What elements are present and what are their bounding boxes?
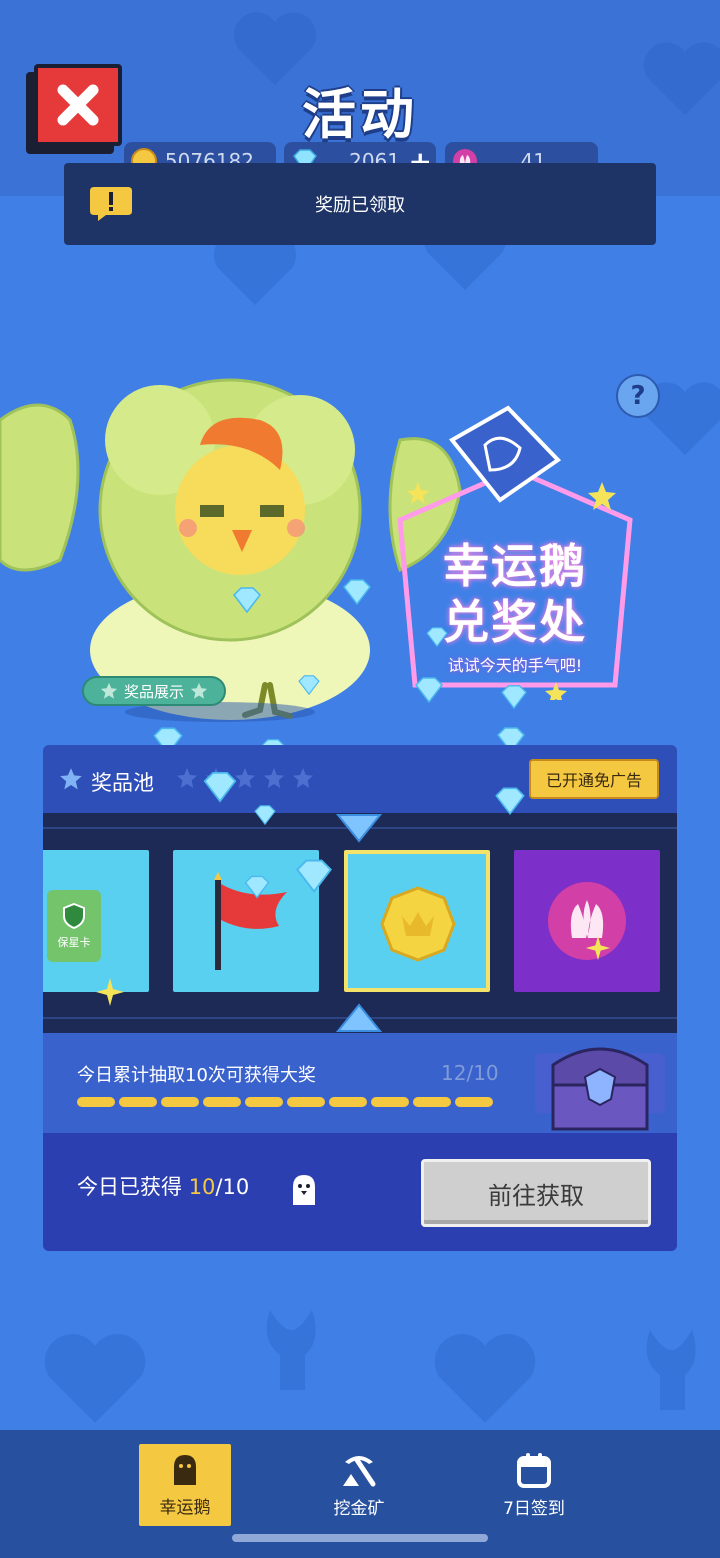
progress-count: 12/10 [441,1061,499,1085]
sparkle-icon [96,978,124,1006]
prize-tile-star-card: 保星卡 [43,850,149,992]
nav-label-7day-checkin: 7日签到 [503,1498,565,1519]
obtained-label: 今日已获得 10/10 [77,1171,249,1201]
treasure-chest-icon[interactable] [533,1035,667,1135]
rating-stars-icon [177,768,313,788]
star-protection-card: 保星卡 [47,890,101,962]
bunny-decor-icon [266,1310,316,1390]
nav-item-lucky-goose[interactable]: 幸运鹅 [139,1444,231,1526]
ad-free-badge: 已开通免广告 [529,759,659,799]
obtained-row: 今日已获得 10/10 前往获取 [43,1133,677,1251]
shield-icon [63,902,85,930]
page-title: 活动 [302,83,418,146]
nav-label-gold-mine: 挖金矿 [333,1498,385,1519]
diamond-icon [343,579,371,606]
star-icon [100,682,118,699]
progress-label: 今日累计抽取10次可获得大奖 [77,1065,316,1086]
heart-decor-icon [44,1334,146,1423]
prize-pool-header: 奖品池 已开通免广告 [43,745,677,813]
diamond-icon [296,859,332,894]
prize-pool-title: 奖品池 [91,771,154,795]
progress-segment [455,1097,493,1107]
obtained-text: 今日已获得 [77,1175,182,1199]
prize-reel: 保星卡 [43,813,677,1033]
prize-tile-gold-coin-selected [344,850,490,992]
obtained-total: /10 [215,1175,250,1199]
progress-segment [77,1097,115,1107]
daily-progress: 今日累计抽取10次可获得大奖 12/10 [43,1033,677,1133]
progress-segment [161,1097,199,1107]
notice-text: 奖励已领取 [315,195,405,216]
go-obtain-button[interactable]: 前往获取 [421,1159,651,1227]
diamond-icon [298,675,320,696]
pickaxe-icon [343,1455,376,1486]
progress-segment [203,1097,241,1107]
diamond-icon [244,875,270,899]
diamond-icon [415,677,443,704]
diamond-icon [254,805,276,826]
reel-pointer-top-icon [336,814,382,843]
reel-pointer-bottom-icon [336,1003,382,1032]
goose-icon [174,1454,196,1485]
prize-display-label: 奖品展示 [123,682,184,701]
bunny-decor-icon [646,1330,696,1410]
progress-segment [119,1097,157,1107]
prize-display-button[interactable]: 奖品展示 [82,676,226,706]
progress-segment [245,1097,283,1107]
goose-icon [293,1175,315,1205]
diamond-icon [203,772,237,803]
heart-decor-icon [434,1334,536,1423]
diamond-icon [495,787,525,816]
progress-segment [287,1097,325,1107]
obtained-current: 10 [188,1175,216,1199]
sparkle-icon [585,935,611,961]
notice-banner: 奖励已领取 [64,163,656,245]
progress-segment [371,1097,409,1107]
nav-item-7day-checkin[interactable]: 7日签到 [488,1444,580,1526]
nav-item-gold-mine[interactable]: 挖金矿 [313,1444,405,1526]
prize-tile-lotus [514,850,660,992]
calendar-icon [517,1452,551,1488]
star-icon [190,682,208,699]
progress-segment [413,1097,451,1107]
sign-subtitle: 试试今天的手气吧! [447,656,583,675]
home-indicator[interactable] [232,1534,488,1542]
star-card-label: 保星卡 [57,936,91,949]
diamond-icon [426,627,448,648]
coin-icon [380,886,456,962]
lucky-goose-sign: 幸运鹅 兑奖处 试试今天的手气吧! [390,400,640,700]
progress-segment [329,1097,367,1107]
nav-label-lucky-goose: 幸运鹅 [159,1497,211,1518]
diamond-icon [501,685,527,710]
prize-pool-panel: 奖品池 已开通免广告 保星卡 今日累计抽取10次可获得大奖 12/10 今日已获… [43,745,677,1251]
star-icon [60,768,82,790]
diamond-icon [233,587,261,614]
